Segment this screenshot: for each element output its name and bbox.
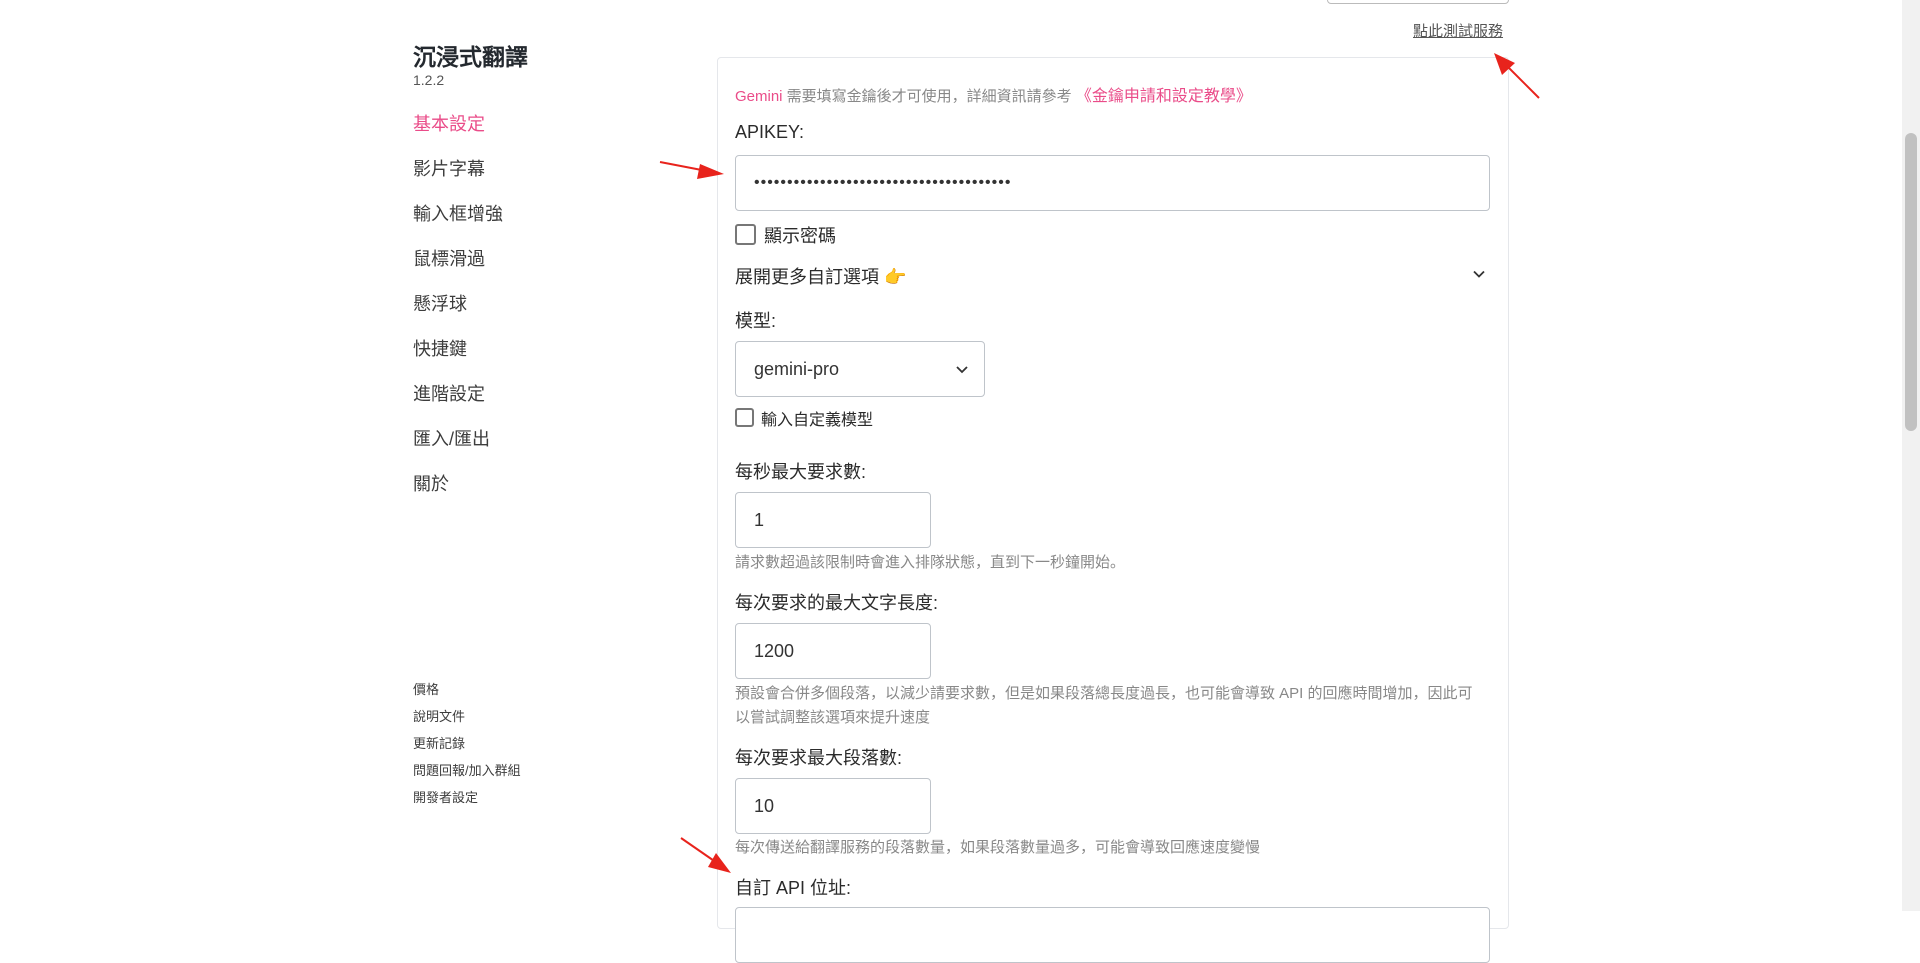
red-arrow-icon: [680, 837, 731, 873]
custom-api-input[interactable]: [735, 907, 1490, 963]
red-arrow-icon: [1494, 53, 1540, 99]
annotation-arrows: [659, 53, 1540, 873]
red-arrow-icon: [659, 161, 724, 179]
